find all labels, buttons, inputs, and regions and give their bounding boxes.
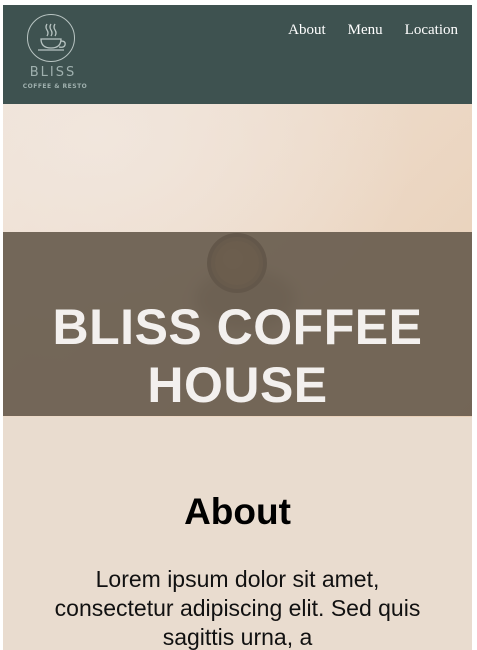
- hero-title: BLISS COFFEE HOUSE: [52, 298, 423, 413]
- logo-tagline: COFFEE & RESTO: [22, 83, 88, 90]
- coffee-cup-icon: [38, 23, 66, 51]
- main-nav: About Menu Location: [288, 22, 458, 39]
- hero: BLISS COFFEE HOUSE: [3, 104, 472, 417]
- about-text: Lorem ipsum dolor sit amet, consectetur …: [54, 566, 421, 650]
- nav-link-menu[interactable]: Menu: [348, 22, 383, 39]
- nav-link-about[interactable]: About: [288, 22, 326, 39]
- page: BLISS COFFEE & RESTO About Menu Location…: [3, 5, 472, 650]
- logo[interactable]: BLISS COFFEE & RESTO: [15, 13, 91, 93]
- about-heading: About: [184, 491, 291, 532]
- nav-link-location[interactable]: Location: [405, 22, 458, 39]
- logo-name: BLISS: [29, 65, 77, 80]
- site-header: BLISS COFFEE & RESTO About Menu Location: [3, 5, 472, 104]
